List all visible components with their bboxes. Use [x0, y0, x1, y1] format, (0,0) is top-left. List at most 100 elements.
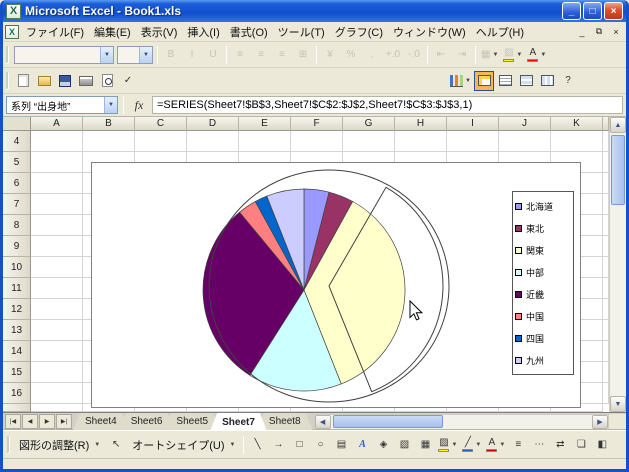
- font-color-button[interactable]: A▼: [484, 435, 507, 455]
- legend-item-北海道[interactable]: 北海道: [515, 195, 571, 217]
- row-header-5[interactable]: 5: [3, 152, 31, 173]
- cell[interactable]: [395, 131, 447, 152]
- decrease-decimal-button[interactable]: -.0: [404, 45, 424, 65]
- scroll-down-button[interactable]: ▼: [610, 396, 626, 412]
- select-all-corner[interactable]: [3, 117, 31, 131]
- new-workbook-button[interactable]: [13, 71, 33, 91]
- tab-scroll-prev-button[interactable]: ◀: [22, 414, 38, 429]
- cell[interactable]: [31, 362, 83, 383]
- legend-item-東北[interactable]: 東北: [515, 217, 571, 239]
- shadow-style-button[interactable]: ❏: [571, 435, 591, 455]
- cell[interactable]: [239, 131, 291, 152]
- font-name-combo[interactable]: ▼: [14, 46, 114, 64]
- cell[interactable]: [31, 341, 83, 362]
- print-button[interactable]: [76, 71, 96, 91]
- dash-style-button[interactable]: ⋯: [529, 435, 549, 455]
- menu-item-グラフ(C)[interactable]: グラフ(C): [330, 22, 388, 42]
- legend-item-九州[interactable]: 九州: [515, 349, 571, 371]
- cell[interactable]: [31, 194, 83, 215]
- increase-decimal-button[interactable]: +.0: [383, 45, 403, 65]
- title-bar[interactable]: X Microsoft Excel - Book1.xls _ □ ×: [3, 0, 626, 22]
- toolbar-grip[interactable]: [6, 46, 9, 64]
- cell[interactable]: [31, 320, 83, 341]
- cell[interactable]: [31, 383, 83, 404]
- menu-item-ウィンドウ(W)[interactable]: ウィンドウ(W): [388, 22, 471, 42]
- cell[interactable]: [83, 131, 135, 152]
- help-button[interactable]: ?: [558, 71, 578, 91]
- cell[interactable]: [31, 236, 83, 257]
- borders-button[interactable]: ▦▼: [479, 45, 500, 65]
- clipart-button[interactable]: ▧: [394, 435, 414, 455]
- menu-item-ヘルプ(H)[interactable]: ヘルプ(H): [471, 22, 529, 42]
- legend-item-関東[interactable]: 関東: [515, 239, 571, 261]
- combo-dropdown-icon[interactable]: ▼: [100, 47, 113, 63]
- tab-scroll-next-button[interactable]: ▶: [39, 414, 55, 429]
- name-box[interactable]: 系列 “出身地” ▼: [6, 96, 118, 114]
- fill-color-button[interactable]: ▨▼: [436, 435, 459, 455]
- column-header-K[interactable]: K: [551, 117, 603, 131]
- textbox-button[interactable]: ▤: [331, 435, 351, 455]
- column-header-J[interactable]: J: [499, 117, 551, 131]
- align-right-button[interactable]: ≡: [272, 45, 292, 65]
- row-header-15[interactable]: 15: [3, 362, 31, 383]
- oval-button[interactable]: ○: [310, 435, 330, 455]
- vertical-scroll-thumb[interactable]: [611, 135, 625, 205]
- close-button[interactable]: ×: [604, 2, 623, 20]
- open-button[interactable]: [34, 71, 54, 91]
- merge-center-button[interactable]: ⊞: [293, 45, 313, 65]
- column-header-C[interactable]: C: [135, 117, 187, 131]
- menu-item-ファイル(F)[interactable]: ファイル(F): [21, 22, 89, 42]
- italic-button[interactable]: I: [182, 45, 202, 65]
- row-header-9[interactable]: 9: [3, 236, 31, 257]
- vertical-scroll-track[interactable]: [610, 133, 626, 396]
- line-button[interactable]: ╲: [247, 435, 267, 455]
- row-header-8[interactable]: 8: [3, 215, 31, 236]
- fill-color-button[interactable]: ▨▼: [501, 45, 524, 65]
- wordart-button[interactable]: A: [352, 435, 372, 455]
- arrow-button[interactable]: →: [268, 435, 288, 455]
- workbook-restore-button[interactable]: ⧉: [591, 25, 607, 39]
- row-header-11[interactable]: 11: [3, 278, 31, 299]
- chart-type-button[interactable]: ▼: [448, 71, 473, 91]
- cell[interactable]: [31, 215, 83, 236]
- row-header-7[interactable]: 7: [3, 194, 31, 215]
- save-button[interactable]: [55, 71, 75, 91]
- autoshapes-menu-button[interactable]: オートシェイプ(U)▼: [127, 435, 240, 455]
- scroll-up-button[interactable]: ▲: [610, 117, 626, 133]
- legend-item-四国[interactable]: 四国: [515, 327, 571, 349]
- chart-object[interactable]: 北海道東北関東中部近畿中国四国九州: [91, 162, 581, 408]
- tab-scroll-first-button[interactable]: |◀: [5, 414, 21, 429]
- horizontal-scroll-track[interactable]: [331, 415, 592, 429]
- row-header-6[interactable]: 6: [3, 173, 31, 194]
- data-table-button[interactable]: [495, 71, 515, 91]
- cell[interactable]: [31, 152, 83, 173]
- bold-button[interactable]: B: [161, 45, 181, 65]
- workbook-minimize-button[interactable]: _: [574, 25, 590, 39]
- column-header-H[interactable]: H: [395, 117, 447, 131]
- spelling-button[interactable]: ✓: [118, 71, 138, 91]
- align-left-button[interactable]: ≡: [230, 45, 250, 65]
- cell[interactable]: [291, 131, 343, 152]
- pie-chart[interactable]: [92, 163, 582, 409]
- font-color-button[interactable]: A▼: [525, 45, 548, 65]
- row-header-16[interactable]: 16: [3, 383, 31, 404]
- decrease-indent-button[interactable]: ⇤: [431, 45, 451, 65]
- currency-style-button[interactable]: ¥: [320, 45, 340, 65]
- by-column-button[interactable]: [537, 71, 557, 91]
- menu-item-表示(V)[interactable]: 表示(V): [136, 22, 183, 42]
- font-size-combo[interactable]: ▼: [117, 46, 153, 64]
- increase-indent-button[interactable]: ⇥: [452, 45, 472, 65]
- cell[interactable]: [31, 257, 83, 278]
- menu-item-編集(E)[interactable]: 編集(E): [89, 22, 136, 42]
- legend-item-中部[interactable]: 中部: [515, 261, 571, 283]
- maximize-button[interactable]: □: [583, 2, 602, 20]
- draw-menu-button[interactable]: 図形の調整(R)▼: [14, 435, 105, 455]
- column-header-G[interactable]: G: [343, 117, 395, 131]
- column-header-F[interactable]: F: [291, 117, 343, 131]
- scroll-right-button[interactable]: ▶: [592, 415, 608, 429]
- cell[interactable]: [31, 131, 83, 152]
- cell[interactable]: [343, 131, 395, 152]
- row-header-10[interactable]: 10: [3, 257, 31, 278]
- legend-button[interactable]: [474, 71, 494, 91]
- percent-style-button[interactable]: %: [341, 45, 361, 65]
